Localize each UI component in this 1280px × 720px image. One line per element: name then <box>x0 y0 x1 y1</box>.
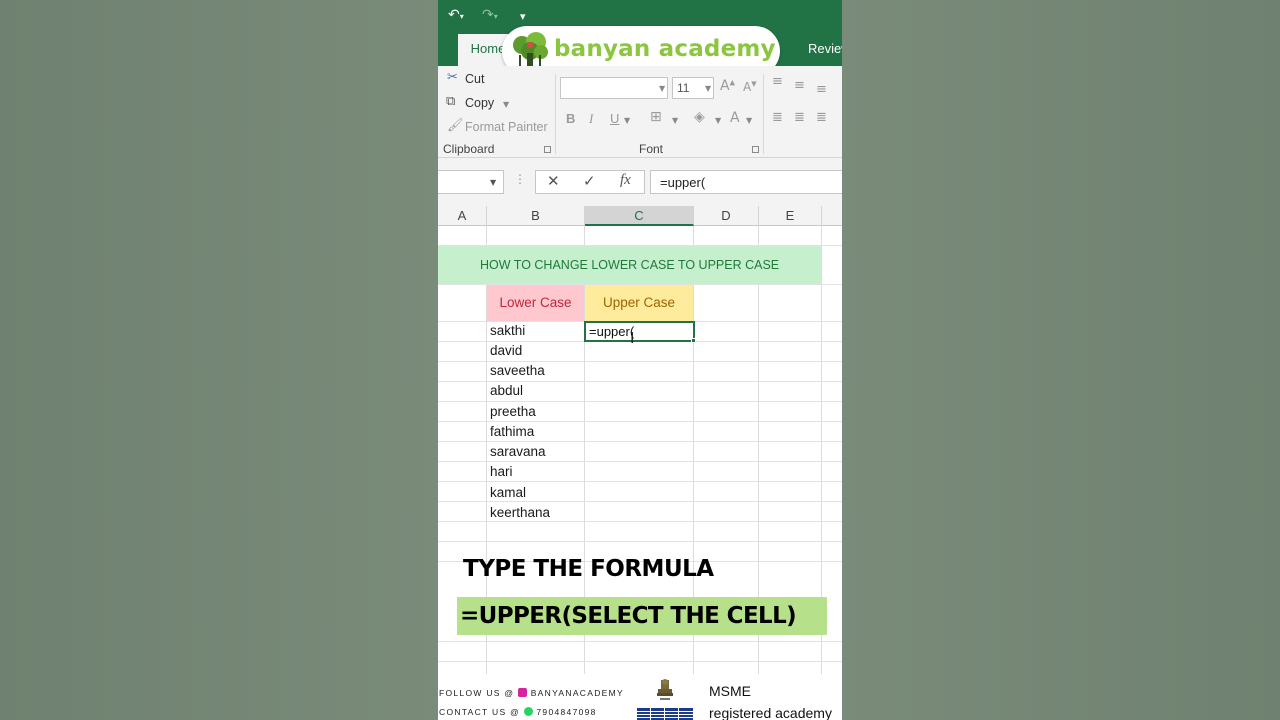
name-box[interactable]: ▼ <box>438 170 504 194</box>
undo-icon[interactable]: ↶▾ <box>448 7 464 23</box>
contact-line: CONTACT US @ 7904847098 <box>439 707 597 717</box>
gridline <box>438 641 842 642</box>
copy-dropdown-icon[interactable]: ▼ <box>503 100 509 109</box>
align-top-icon[interactable]: ≡ <box>772 74 783 89</box>
italic-button[interactable]: I <box>589 111 593 127</box>
caption-line-1: TYPE THE FORMULA <box>463 556 714 582</box>
borders-dropdown-icon[interactable]: ▼ <box>672 116 678 125</box>
lower-case-header[interactable]: Lower Case <box>487 285 584 321</box>
format-painter-icon: 🖌 <box>447 118 464 133</box>
list-item[interactable]: saravana <box>490 442 546 462</box>
fill-dropdown-icon[interactable]: ▼ <box>715 116 721 125</box>
list-item[interactable]: fathima <box>490 422 534 442</box>
list-item[interactable]: saveetha <box>490 361 545 381</box>
chevron-down-icon: ▼ <box>490 178 497 187</box>
decrease-font-icon[interactable]: A▼ <box>743 80 757 94</box>
align-left-icon[interactable]: ≣ <box>772 110 783 125</box>
copy-button[interactable]: Copy <box>465 96 494 110</box>
column-header-f[interactable] <box>822 206 842 226</box>
formula-controls: ✕ ✓ fx <box>535 170 645 194</box>
background-right <box>842 0 1280 720</box>
footer: FOLLOW US @ BANYANACADEMY CONTACT US @ 7… <box>438 674 842 720</box>
increase-font-icon[interactable]: A▲ <box>720 78 735 94</box>
bold-button[interactable]: B <box>566 111 575 126</box>
msme-label: MSME <box>709 683 751 699</box>
font-name-select[interactable]: ▼ <box>560 77 668 99</box>
customize-icon[interactable]: ▾ <box>520 10 526 23</box>
list-item[interactable]: kamal <box>490 483 526 503</box>
redo-icon[interactable]: ↷▾ <box>482 7 498 23</box>
follow-line: FOLLOW US @ BANYANACADEMY <box>439 688 624 698</box>
column-header-b[interactable]: B <box>487 206 585 226</box>
column-header-e[interactable]: E <box>759 206 822 226</box>
copy-icon: ⧉ <box>446 94 456 109</box>
fill-color-icon[interactable]: ◈ <box>694 109 705 125</box>
format-painter-button[interactable]: Format Painter <box>465 120 548 134</box>
video-frame: ↶▾ ↷▾ ▾ Home Review banyan academy ✂ Cut… <box>438 0 842 720</box>
formula-bar: ▼ ⋮ ✕ ✓ fx =upper( <box>438 158 842 206</box>
chevron-down-icon: ▼ <box>659 84 666 93</box>
underline-button[interactable]: U <box>610 111 619 126</box>
logo-text: banyan academy <box>554 36 776 62</box>
list-item[interactable]: david <box>490 341 522 361</box>
list-item[interactable]: hari <box>490 462 513 482</box>
phone-number[interactable]: 7904847098 <box>536 707 596 717</box>
align-bottom-icon[interactable]: ≡ <box>816 82 827 97</box>
ribbon-home: ✂ Cut ⧉ Copy ▼ 🖌 Format Painter Clipboar… <box>438 66 842 158</box>
national-emblem-icon <box>657 679 673 700</box>
msme-logo-icon <box>637 708 693 720</box>
formula-input[interactable]: =upper( <box>650 170 842 194</box>
insert-function-icon[interactable]: fx <box>620 172 631 189</box>
msme-subtitle: registered academy <box>709 705 832 720</box>
whatsapp-icon <box>523 707 533 716</box>
ribbon-separator <box>763 74 764 154</box>
sheet-title[interactable]: HOW TO CHANGE LOWER CASE TO UPPER CASE <box>438 246 822 284</box>
cancel-icon[interactable]: ✕ <box>547 172 560 190</box>
cut-button[interactable]: Cut <box>465 72 484 86</box>
font-color-icon[interactable]: A <box>730 110 740 126</box>
font-color-dropdown-icon[interactable]: ▼ <box>746 116 752 125</box>
contact-label: CONTACT US @ <box>439 707 521 717</box>
active-cell[interactable]: =upper( <box>584 321 695 342</box>
align-right-icon[interactable]: ≣ <box>816 110 827 125</box>
ribbon-separator <box>555 74 556 154</box>
column-header-d[interactable]: D <box>694 206 759 226</box>
instagram-icon <box>518 688 528 697</box>
tab-review[interactable]: Review <box>808 34 842 66</box>
gridline <box>438 541 842 542</box>
clipboard-launcher-icon[interactable] <box>544 146 551 153</box>
gridline <box>438 661 842 662</box>
text-cursor-icon: I <box>630 329 635 347</box>
enter-icon[interactable]: ✓ <box>583 172 596 190</box>
font-size-value: 11 <box>677 81 690 95</box>
font-group-label: Font <box>639 142 664 156</box>
align-middle-icon[interactable]: ≡ <box>794 78 805 93</box>
instagram-handle[interactable]: BANYANACADEMY <box>531 688 624 698</box>
list-item[interactable]: sakthi <box>490 321 525 341</box>
font-launcher-icon[interactable] <box>752 146 759 153</box>
align-center-icon[interactable]: ≣ <box>794 110 805 125</box>
list-item[interactable]: preetha <box>490 402 536 422</box>
follow-label: FOLLOW US @ <box>439 688 515 698</box>
fill-handle[interactable] <box>691 338 696 343</box>
scissors-icon: ✂ <box>447 70 458 85</box>
borders-icon[interactable]: ⊞ <box>650 109 662 125</box>
more-options-icon[interactable]: ⋮ <box>514 172 526 186</box>
font-size-select[interactable]: 11 ▼ <box>672 77 714 99</box>
banyan-tree-icon <box>513 32 548 68</box>
upper-case-header[interactable]: Upper Case <box>585 285 693 321</box>
column-header-a[interactable]: A <box>438 206 487 226</box>
column-header-c[interactable]: C <box>585 206 694 226</box>
list-item[interactable]: keerthana <box>490 503 550 523</box>
clipboard-group-label: Clipboard <box>443 142 495 156</box>
underline-dropdown-icon[interactable]: ▼ <box>624 116 630 125</box>
list-item[interactable]: abdul <box>490 381 523 401</box>
caption-line-2: =UPPER(SELECT THE CELL) <box>457 597 827 635</box>
background-left <box>0 0 438 720</box>
chevron-down-icon: ▼ <box>705 84 712 93</box>
